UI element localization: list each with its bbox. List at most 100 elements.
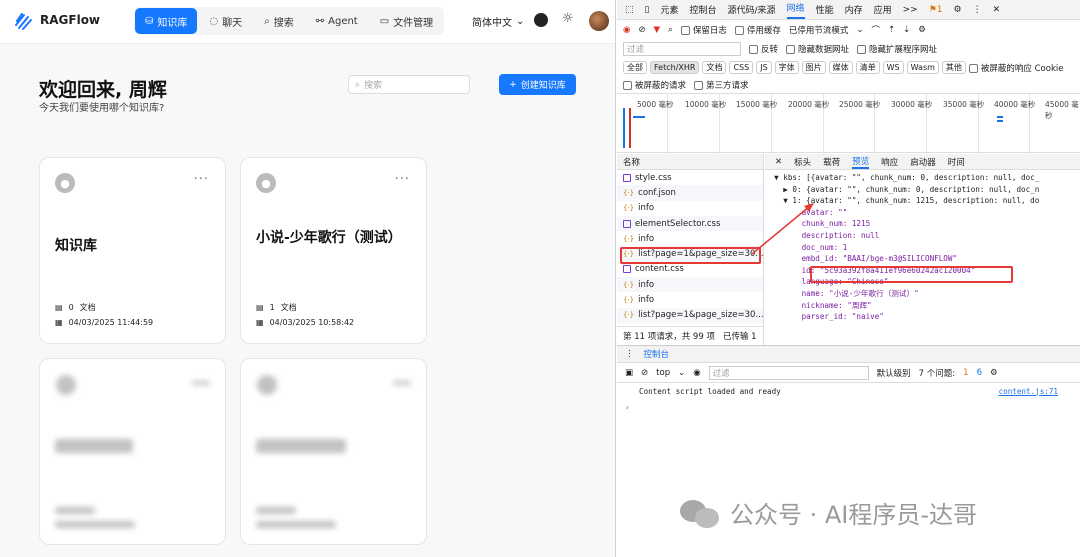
console-issues[interactable]: 7 个问题: [919, 367, 955, 379]
console-filter-input[interactable]: 过滤 [708, 365, 869, 380]
wifi-icon[interactable]: ⌒ [872, 24, 881, 36]
theme-toggle-sun-icon[interactable]: ☼ [562, 11, 574, 26]
console-tab[interactable]: 控制台 [644, 348, 670, 360]
create-kb-button[interactable]: + 创建知识库 [499, 74, 576, 95]
gear-icon[interactable]: ⚙ [954, 5, 962, 15]
context-select[interactable]: top [656, 368, 670, 378]
chip-manifest[interactable]: 清单 [855, 61, 880, 74]
tab-preview[interactable]: 预览 [852, 155, 870, 169]
close-icon[interactable]: ✕ [775, 157, 782, 167]
tab-initiator[interactable]: 启动器 [910, 156, 936, 168]
network-filter-input[interactable]: 过滤 [623, 41, 741, 56]
nav-knowledge-base[interactable]: ⛁ 知识库 [135, 8, 198, 34]
chip-all[interactable]: 全部 [623, 61, 647, 74]
search-icon[interactable]: ⌕ [668, 25, 673, 35]
tab-elements[interactable]: 元素 [660, 3, 678, 16]
third-party-checkbox[interactable]: 第三方请求 [694, 79, 749, 91]
json-preview[interactable]: ▼ kbs: [{avatar: "", chunk_num: 0, descr… [765, 172, 1080, 323]
request-row[interactable]: {·} info [617, 277, 763, 293]
more-options-icon[interactable]: ··· [395, 172, 410, 187]
tab-headers[interactable]: 标头 [794, 156, 811, 168]
nav-agent[interactable]: ⚯ Agent [306, 8, 368, 34]
hide-ext-urls-checkbox[interactable]: 隐藏扩展程序网址 [857, 43, 937, 55]
request-row[interactable]: {·} info [617, 231, 763, 246]
tab-console[interactable]: 控制台 [689, 3, 716, 16]
tab-performance[interactable]: 性能 [816, 3, 834, 16]
gear-icon[interactable]: ⚙ [918, 25, 926, 35]
blocked-requests-checkbox[interactable]: 被屏蔽的请求 [623, 79, 686, 91]
blocked-cookies-checkbox[interactable]: 被屏蔽的响应 Cookie [968, 62, 1063, 74]
log-level-select[interactable]: 默认级别 [877, 367, 911, 379]
chat-icon: ◌ [209, 15, 219, 27]
request-name: style.css [635, 172, 672, 183]
gear-icon[interactable]: ⚙ [990, 368, 998, 378]
chip-wasm[interactable]: Wasm [906, 61, 939, 74]
chip-doc[interactable]: 文档 [702, 61, 727, 74]
kb-doc-count: ▤ 0 文档 [55, 302, 96, 313]
download-icon[interactable]: ⇣ [903, 25, 910, 35]
tab-network[interactable]: 网络 [786, 1, 805, 19]
hide-data-urls-checkbox[interactable]: 隐藏数据网址 [786, 43, 849, 55]
sidebar-toggle-icon[interactable]: ▣ [625, 368, 633, 378]
more-options-icon[interactable]: ··· [194, 172, 209, 187]
tab-response[interactable]: 响应 [881, 156, 898, 168]
tab-sources[interactable]: 源代码/来源 [728, 3, 776, 16]
network-timeline[interactable]: 5000 毫秒 10000 毫秒 15000 毫秒 20000 毫秒 25000… [617, 93, 1080, 154]
invert-checkbox[interactable]: 反转 [749, 43, 778, 55]
issues-badge[interactable]: ⚑1 [929, 5, 943, 15]
inspect-icon[interactable]: ⬚ [625, 5, 634, 15]
chip-js[interactable]: JS [756, 61, 772, 74]
throttle-select[interactable]: 已停用节流模式 [789, 24, 849, 36]
console-prompt-icon[interactable]: › [617, 399, 1080, 415]
ragflow-logo-icon[interactable] [14, 11, 34, 31]
device-icon[interactable]: ▯ [645, 5, 650, 15]
eye-icon[interactable]: ◉ [693, 368, 700, 378]
kb-card[interactable]: ● ··· 小说-少年歌行（测试） ▤ 1 文档 ▦ 04/03/2025 10… [240, 157, 427, 344]
disable-cache-checkbox[interactable]: 停用缓存 [734, 24, 781, 36]
console-source-link[interactable]: content.js:71 [999, 387, 1058, 396]
code-line: description: null [765, 230, 880, 240]
filter-icon[interactable]: ▼ [654, 25, 661, 35]
kb-card-title: 知识库 [55, 238, 97, 254]
calendar-icon: ▦ [55, 318, 63, 327]
nav-search[interactable]: ⌕ 搜索 [254, 8, 304, 34]
preserve-log-checkbox[interactable]: 保留日志 [680, 24, 727, 36]
kb-search-input[interactable]: ⌕ 搜索 [348, 75, 470, 94]
github-icon[interactable] [534, 13, 548, 27]
language-select[interactable]: 简体中文 ⌄ [472, 14, 524, 29]
tab-memory[interactable]: 内存 [845, 3, 863, 16]
clear-icon[interactable]: ⊘ [638, 25, 645, 35]
request-row[interactable]: {·} info [617, 201, 763, 216]
user-avatar[interactable] [589, 11, 609, 31]
more-vert-icon[interactable]: ⋮ [625, 349, 634, 359]
request-row[interactable]: elementSelector.css [617, 215, 763, 232]
request-row[interactable]: {·} info [617, 292, 763, 307]
filter-row: 过滤 反转 隐藏数据网址 隐藏扩展程序网址 [617, 40, 1080, 57]
upload-icon[interactable]: ⇡ [888, 25, 895, 35]
more-vert-icon[interactable]: ⋮ [973, 5, 982, 15]
kb-card[interactable]: ● ··· 知识库 ▤ 0 文档 ▦ 04/03/2025 11:44:59 [39, 157, 226, 344]
chip-fetch-xhr[interactable]: Fetch/XHR [650, 61, 700, 74]
chip-ws[interactable]: WS [882, 61, 904, 74]
nav-file-manager[interactable]: ▭ 文件管理 [370, 8, 443, 34]
tab-timing[interactable]: 时间 [948, 156, 965, 168]
tab-application[interactable]: 应用 [874, 3, 892, 16]
request-row[interactable]: style.css [617, 170, 763, 185]
tab-payload[interactable]: 载荷 [823, 156, 840, 168]
request-row[interactable]: {·} list?page=1&page_size=30... [617, 307, 763, 323]
chip-media[interactable]: 媒体 [828, 61, 853, 74]
clear-console-icon[interactable]: ⊘ [641, 368, 648, 378]
request-row[interactable]: {·} conf.json [617, 185, 763, 201]
list-header[interactable]: 名称 [617, 154, 763, 170]
nav-chat[interactable]: ◌ 聊天 [199, 8, 252, 34]
request-row[interactable]: content.css [617, 262, 763, 277]
chip-css[interactable]: CSS [729, 61, 754, 74]
kb-card-blurred[interactable] [240, 358, 427, 545]
chip-img[interactable]: 图片 [801, 61, 826, 74]
record-icon[interactable]: ◉ [623, 25, 630, 35]
kb-card-blurred[interactable] [39, 358, 226, 545]
chip-other[interactable]: 其他 [941, 61, 966, 74]
close-icon[interactable]: ✕ [993, 5, 1001, 15]
tab-more[interactable]: >> [903, 5, 918, 15]
chip-font[interactable]: 字体 [774, 61, 799, 74]
